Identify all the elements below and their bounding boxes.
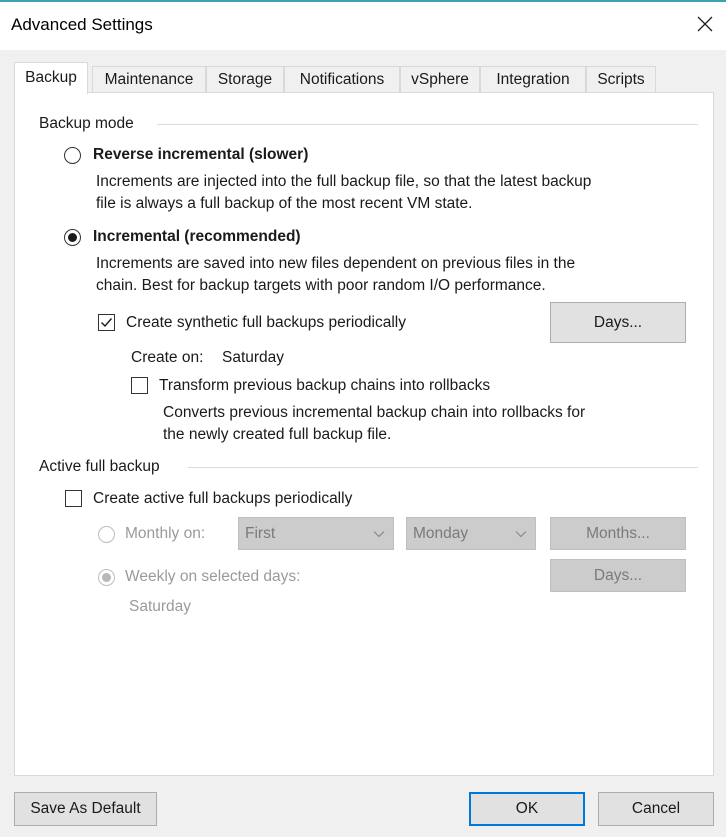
- incremental-desc-1: Increments are saved into new files depe…: [96, 255, 576, 272]
- tab-notifications[interactable]: Notifications: [284, 66, 400, 92]
- window-title: Advanced Settings: [11, 15, 153, 34]
- save-as-default-button[interactable]: Save As Default: [14, 792, 157, 826]
- monthly-day-value: Monday: [413, 525, 469, 542]
- synthetic-full-checkbox[interactable]: [98, 314, 115, 331]
- weekly-days-value: Saturday: [129, 598, 192, 615]
- active-full-label[interactable]: Create active full backups periodically: [93, 490, 352, 508]
- incremental-desc-2: chain. Best for backup targets with poor…: [96, 277, 546, 294]
- chevron-down-icon: [373, 531, 385, 538]
- weekly-radio[interactable]: [98, 569, 115, 586]
- backup-mode-group-label: Backup mode: [39, 115, 134, 132]
- active-full-divider: [188, 467, 698, 468]
- backup-mode-divider: [157, 124, 698, 125]
- reverse-incremental-label[interactable]: Reverse incremental (slower): [93, 146, 308, 164]
- reverse-incremental-desc-2: file is always a full backup of the most…: [96, 195, 473, 212]
- monthly-week-value: First: [245, 525, 276, 542]
- cancel-button[interactable]: Cancel: [598, 792, 714, 826]
- reverse-incremental-desc-1: Increments are injected into the full ba…: [96, 173, 592, 190]
- transform-rollbacks-desc-1: Converts previous incremental backup cha…: [163, 404, 586, 421]
- active-full-checkbox[interactable]: [65, 490, 82, 507]
- synthetic-days-button[interactable]: Days...: [550, 302, 686, 343]
- create-on-label: Create on:: [131, 349, 204, 366]
- months-button[interactable]: Months...: [550, 517, 686, 550]
- incremental-label[interactable]: Incremental (recommended): [93, 228, 301, 246]
- chevron-down-icon: [515, 531, 527, 538]
- create-on-value: Saturday: [222, 349, 285, 366]
- window-top-border: [0, 0, 726, 2]
- tab-backup[interactable]: Backup: [14, 62, 88, 94]
- tab-maintenance[interactable]: Maintenance: [92, 66, 206, 92]
- synthetic-full-label[interactable]: Create synthetic full backups periodical…: [126, 314, 406, 332]
- tab-storage[interactable]: Storage: [206, 66, 284, 92]
- transform-rollbacks-desc-2: the newly created full backup file.: [163, 426, 392, 443]
- check-mark-icon: [101, 318, 113, 328]
- monthly-radio[interactable]: [98, 526, 115, 543]
- ok-button[interactable]: OK: [469, 792, 585, 826]
- reverse-incremental-radio[interactable]: [64, 147, 81, 164]
- active-full-group-label: Active full backup: [39, 458, 160, 475]
- weekly-label[interactable]: Weekly on selected days:: [125, 568, 300, 586]
- tab-scripts[interactable]: Scripts: [586, 66, 656, 92]
- tab-integration[interactable]: Integration: [480, 66, 586, 92]
- weekly-days-button[interactable]: Days...: [550, 559, 686, 592]
- incremental-radio[interactable]: [64, 229, 81, 246]
- monthly-label[interactable]: Monthly on:: [125, 525, 205, 543]
- transform-rollbacks-checkbox[interactable]: [131, 377, 148, 394]
- tab-vsphere[interactable]: vSphere: [400, 66, 480, 92]
- monthly-day-select[interactable]: Monday: [406, 517, 536, 550]
- close-icon[interactable]: [693, 12, 717, 36]
- transform-rollbacks-label[interactable]: Transform previous backup chains into ro…: [159, 377, 490, 395]
- monthly-week-select[interactable]: First: [238, 517, 394, 550]
